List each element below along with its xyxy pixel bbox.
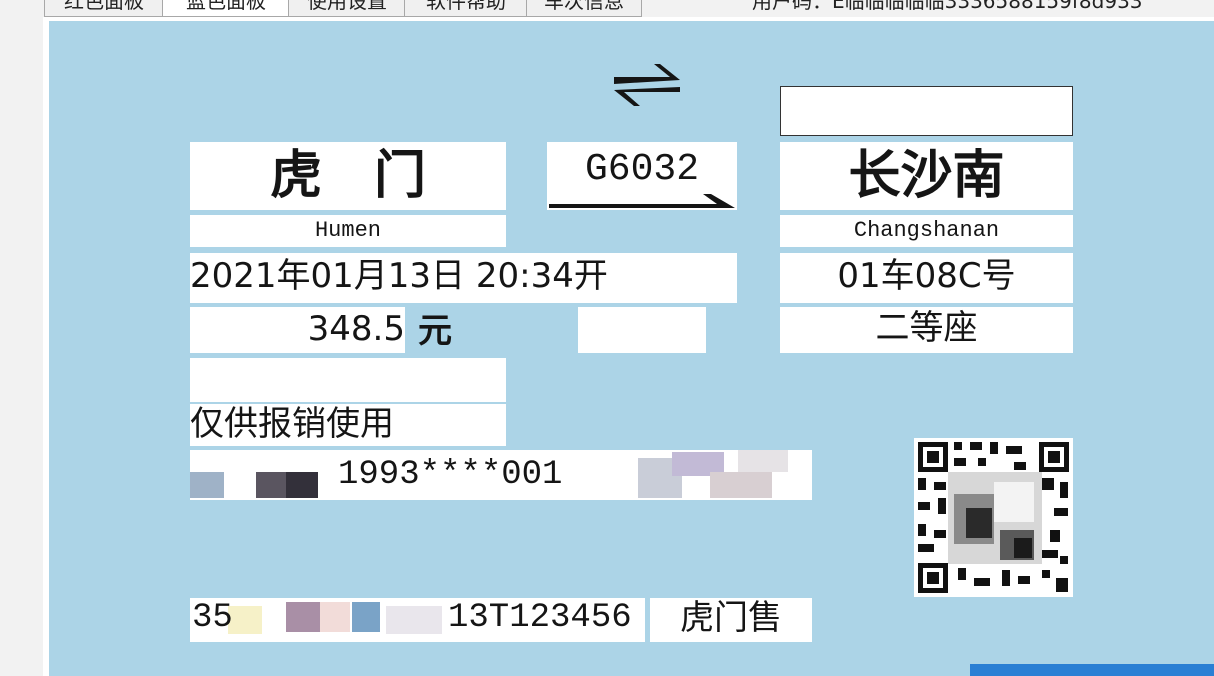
user-code-value: E临临临临临3336588159f8d933 xyxy=(832,0,1143,13)
ticket-serial-field[interactable]: 35 13T123456 xyxy=(190,598,645,642)
from-station-pinyin[interactable]: Humen xyxy=(190,215,506,247)
from-station[interactable]: 虎 门 xyxy=(190,142,506,210)
direction-arrow-icon xyxy=(549,194,735,208)
passenger-id-field[interactable]: 1993****001 xyxy=(190,450,812,500)
to-station-pinyin[interactable]: Changshanan xyxy=(780,215,1073,247)
blur-block xyxy=(710,472,772,498)
blur-block xyxy=(286,602,320,632)
tab-help[interactable]: 软件帮助 xyxy=(404,0,528,17)
tab-blue-panel[interactable]: 蓝色面板 xyxy=(162,0,290,17)
departure-datetime[interactable]: 2021年01月13日 20:34开 xyxy=(190,253,737,303)
blur-block xyxy=(320,602,350,632)
blank-row-field[interactable] xyxy=(190,358,506,402)
train-number: G6032 xyxy=(584,148,700,191)
blank-field[interactable] xyxy=(578,307,706,353)
blur-block xyxy=(190,472,224,498)
blur-block xyxy=(286,472,318,498)
blur-block xyxy=(352,602,380,632)
tab-settings[interactable]: 使用设置 xyxy=(288,0,406,17)
price-value[interactable]: 348.5 xyxy=(190,307,405,353)
seat-number[interactable]: 01车08C号 xyxy=(780,253,1073,303)
user-code-display: 用户码：E临临临临临3336588159f8d933 xyxy=(752,0,1143,14)
blur-block xyxy=(738,450,788,472)
passenger-id-number: 1993****001 xyxy=(338,456,563,494)
ticket-serial-prefix: 35 xyxy=(192,599,233,637)
to-station[interactable]: 长沙南 xyxy=(780,142,1073,210)
blur-block xyxy=(386,606,442,634)
seat-class[interactable]: 二等座 xyxy=(780,307,1073,353)
tab-bar: 红色面板 蓝色面板 使用设置 软件帮助 车次信息 用户码：E临临临临临33365… xyxy=(0,0,1214,18)
blur-block xyxy=(228,606,262,634)
reimbursement-note[interactable]: 仅供报销使用 xyxy=(190,404,506,446)
bottom-right-button-edge[interactable] xyxy=(970,664,1214,676)
qr-code-icon xyxy=(914,438,1073,597)
price-unit: 元 xyxy=(418,311,452,351)
sold-at-station[interactable]: 虎门售 xyxy=(650,598,812,642)
train-number-box[interactable]: G6032 xyxy=(547,142,737,210)
tab-red-panel[interactable]: 红色面板 xyxy=(44,0,164,17)
ticket-serial-number: 13T123456 xyxy=(448,599,632,637)
extra-info-field[interactable] xyxy=(780,86,1073,136)
tab-train-info[interactable]: 车次信息 xyxy=(526,0,642,17)
user-code-label: 用户码： xyxy=(752,0,832,13)
swap-arrows-icon[interactable] xyxy=(608,60,686,112)
